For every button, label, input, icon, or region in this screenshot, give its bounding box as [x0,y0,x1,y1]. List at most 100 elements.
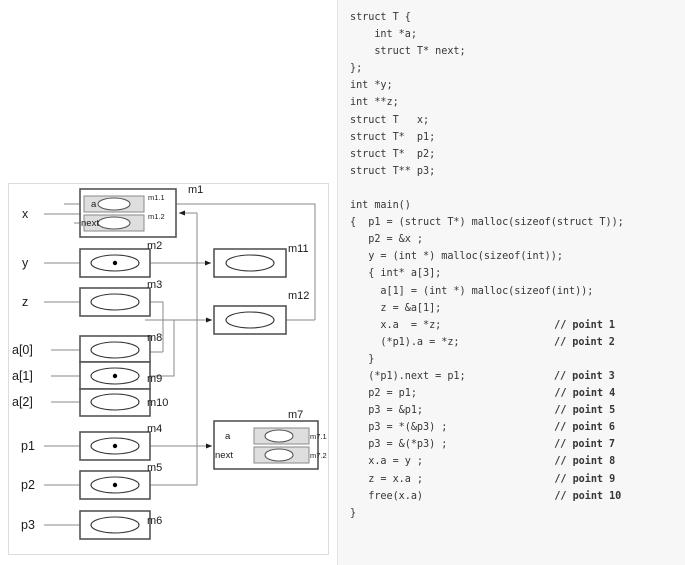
screenshot-root: struct T { int *a; struct T* next;}; int … [0,0,685,565]
pointer-glyph-m1-1 [97,197,131,211]
source-code-panel: struct T { int *a; struct T* next;}; int … [337,0,685,565]
cell-label-m8: m8 [147,332,163,344]
var-label-z: z [22,295,29,309]
code-line: a[1] = (int *) malloc(sizeof(int)); [350,283,624,300]
code-line-text: p3 = *(&p3) ; [350,422,448,434]
code-line-text: free(x.a) [350,490,424,502]
cell-m7[interactable] [213,420,319,470]
code-comment: // point 10 [554,490,622,502]
code-comment: // point 5 [554,405,616,417]
code-line: z = x.a ; // point 9 [350,471,624,488]
code-line-text: p2 = p1; [350,388,417,400]
code-comment: // point 6 [554,422,615,434]
code-comment: // point 1 [554,319,615,331]
code-line-text: int **z; [350,97,399,109]
code-line-text: int *y; [350,80,393,92]
code-line: } [350,351,624,368]
code-line: p3 = &(*p3) ; // point 7 [350,436,624,453]
code-line-text: (*p1).a = *z; [350,336,460,348]
code-line: (*p1).a = *z; // point 2 [350,334,624,351]
cell-label-m7-2: m7.2 [310,451,327,460]
cell-label-m4: m4 [147,423,163,435]
cell-m10[interactable] [79,388,151,417]
code-line: struct T* p2; [350,146,624,163]
code-line-text: struct T x; [350,114,430,126]
source-code-text[interactable]: struct T { int *a; struct T* next;}; int … [350,9,624,522]
pointer-origin-dot-m4 [112,443,118,449]
cell-m6[interactable] [79,510,151,540]
cell-label-m12: m12 [288,290,310,302]
code-line: } [350,505,624,522]
cell-label-m10: m10 [147,397,169,409]
var-label-p1: p1 [21,439,35,453]
code-line-text: (*p1).next = p1; [350,370,466,382]
code-line: { int* a[3]; [350,265,624,282]
code-line-text: } [350,353,375,365]
code-line-text: { p1 = (struct T*) malloc(sizeof(struct … [350,217,624,229]
cell-label-m11: m11 [288,243,309,255]
var-label-p2: p2 [21,478,35,492]
code-line-text: }; [350,63,363,75]
cell-m3[interactable] [79,287,151,317]
code-line-text: struct T* next; [350,46,466,58]
code-line: (*p1).next = p1; // point 3 [350,368,624,385]
code-comment: // point 2 [553,336,615,348]
cell-label-m1-1: m1.1 [148,193,165,202]
code-line: y = (int *) malloc(sizeof(int)); [350,248,624,265]
code-line: int *y; [350,77,624,94]
cell-m11[interactable] [213,248,287,278]
code-line: p2 = &x ; [350,231,624,248]
code-line: free(x.a) // point 10 [350,488,624,505]
cell-label-m1-2: m1.2 [148,212,165,221]
cell-m12[interactable] [213,305,287,335]
var-label-x: x [22,207,29,221]
code-line-text: p2 = &x ; [350,234,424,246]
code-line: z = &a[1]; [350,300,624,317]
cell-label-m7: m7 [288,409,304,421]
code-line-text: z = x.a ; [350,473,424,485]
pointer-glyph-m7-2 [264,448,294,462]
cell-label-m5: m5 [147,462,163,474]
code-line-text: int *a; [350,29,417,41]
code-line-text: struct T { [350,12,411,23]
cell-m2[interactable] [79,248,151,278]
code-line: x.a = y ; // point 8 [350,453,624,470]
code-line-text: struct T** p3; [350,165,436,177]
pointer-glyph-m1-2 [97,216,131,230]
code-line-text: y = (int *) malloc(sizeof(int)); [350,251,563,263]
code-line: p3 = &p1; // point 5 [350,402,624,419]
cell-m8[interactable] [79,335,151,363]
code-line: struct T x; [350,112,624,129]
code-comment: // point 8 [554,456,616,468]
cell-m4[interactable] [79,431,151,461]
code-line: int *a; [350,26,624,43]
code-line-text: x.a = *z; [350,319,442,331]
code-comment: // point 9 [554,473,616,485]
code-comment: // point 7 [554,439,615,451]
var-label-a2: a[2] [12,395,33,409]
code-line-text: int main() [350,200,411,212]
cell-label-m1: m1 [188,184,204,196]
code-comment: // point 3 [553,370,615,382]
code-line: }; [350,60,624,77]
cell-label-m7-1: m7.1 [310,432,327,441]
field-label-m1-next: next [81,218,99,229]
edge-m9-to-m12-path [150,320,175,377]
code-line: { p1 = (struct T*) malloc(sizeof(struct … [350,214,624,231]
code-line-text: p3 = &p1; [350,405,424,417]
code-line-text: x.a = y ; [350,456,424,468]
var-label-a1: a[1] [12,369,33,383]
cell-label-m2: m2 [147,240,163,252]
cell-label-m6: m6 [147,515,163,527]
code-line-text: p3 = &(*p3) ; [350,439,448,451]
code-line: struct T { [350,9,624,26]
code-comment: // point 4 [554,388,616,400]
cell-m9[interactable] [79,361,151,390]
code-line: struct T** p3; [350,163,624,180]
var-label-p3: p3 [21,518,35,532]
code-line-text: z = &a[1]; [350,302,442,314]
code-line-text: struct T* p1; [350,131,436,143]
cell-m5[interactable] [79,470,151,500]
var-label-a0: a[0] [12,343,33,357]
